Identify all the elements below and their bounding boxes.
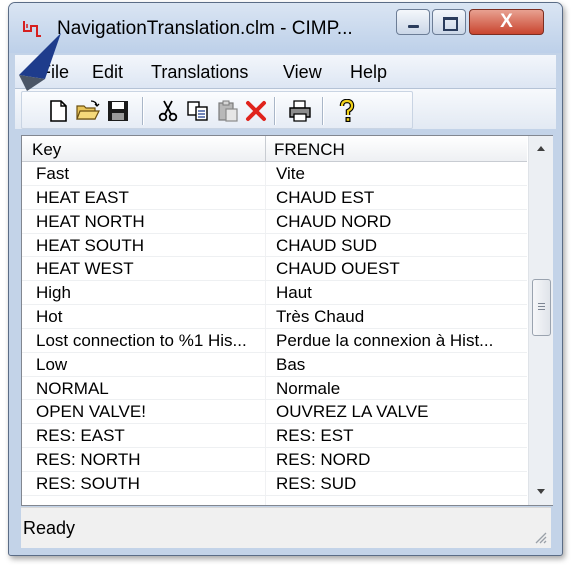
menu-translations[interactable]: Translations [151, 62, 248, 83]
toolbar-separator [142, 97, 143, 125]
cell-french: OUVREZ LA VALVE [276, 402, 429, 422]
new-document-icon[interactable] [46, 99, 70, 123]
window-title: NavigationTranslation.clm - CIMP... [57, 18, 353, 39]
help-icon[interactable] [335, 99, 359, 123]
cell-key: OPEN VALVE! [36, 402, 146, 422]
scroll-up-arrow-icon[interactable] [529, 138, 553, 160]
status-text: Ready [23, 518, 76, 538]
cell-french: Haut [276, 283, 312, 303]
close-button[interactable]: X [469, 9, 544, 35]
status-bar: Ready [21, 507, 551, 548]
table-row[interactable]: RES: SOUTH RES: SUD [22, 472, 527, 496]
table-row[interactable]: Lost connection to %1 His... Perdue la co… [22, 329, 527, 353]
delete-icon[interactable] [244, 99, 268, 123]
vertical-scrollbar[interactable] [528, 136, 553, 505]
cell-french: CHAUD SUD [276, 235, 378, 255]
cell-key: NORMAL [36, 378, 109, 398]
cell-key: HEAT SOUTH [36, 235, 144, 255]
cell-french: RES: EST [276, 426, 354, 446]
cell-french: RES: NORD [276, 450, 371, 470]
save-disk-icon[interactable] [106, 99, 130, 123]
menu-view[interactable]: View [283, 62, 322, 83]
table-row[interactable]: NORMAL Normale [22, 377, 527, 401]
print-icon[interactable] [288, 99, 312, 123]
cell-key: HEAT NORTH [36, 211, 145, 231]
cell-french: Bas [276, 354, 306, 374]
cell-key: Hot [36, 307, 63, 327]
resize-grip-icon[interactable] [533, 530, 547, 544]
table-row[interactable]: HEAT NORTH CHAUD NORD [22, 210, 527, 234]
table-row[interactable]: RES: EAST RES: EST [22, 424, 527, 449]
cell-key: HEAT EAST [36, 187, 129, 207]
table-row[interactable]: Hot Très Chaud [22, 305, 527, 329]
close-icon: X [500, 11, 513, 32]
table-row[interactable]: Fast Vite [22, 162, 527, 186]
cell-french: Très Chaud [276, 307, 365, 327]
cell-key: RES: SOUTH [36, 473, 140, 493]
copy-icon[interactable] [186, 99, 210, 123]
translation-list[interactable]: Key FRENCH Fast Vite HEAT EAST CHAUD EST HEA… [21, 135, 553, 506]
cell-key: Lost connection to %1 His... [36, 330, 247, 350]
toolbar-separator [322, 97, 323, 125]
cell-french: CHAUD OUEST [276, 259, 400, 279]
table-row[interactable]: HEAT SOUTH CHAUD SUD [22, 234, 527, 258]
paste-icon[interactable] [216, 99, 240, 123]
grip-line [538, 309, 545, 310]
list-header: Key FRENCH [22, 136, 527, 162]
column-header-key[interactable]: Key [32, 140, 61, 160]
toolbar-separator [274, 97, 275, 125]
column-divider[interactable] [265, 136, 266, 161]
toolbar [15, 89, 556, 129]
cut-icon[interactable] [156, 99, 180, 123]
cell-french: Normale [276, 378, 341, 398]
cell-key: Fast [36, 164, 70, 183]
minimize-button[interactable] [396, 9, 430, 35]
title-bar[interactable]: NavigationTranslation.clm - CIMP... X [9, 3, 562, 53]
table-row[interactable]: RES: NORTH RES: NORD [22, 448, 527, 472]
table-row[interactable]: Low Bas [22, 353, 527, 377]
toolbar-strip [21, 91, 413, 129]
grip-line [538, 303, 545, 304]
grip-line [538, 306, 545, 307]
cell-key: High [36, 283, 71, 303]
cell-key: RES: EAST [36, 426, 125, 446]
table-rows: Fast Vite HEAT EAST CHAUD EST HEAT NORTH CHAU… [22, 162, 527, 496]
maximize-button[interactable] [432, 9, 466, 35]
scroll-thumb[interactable] [532, 279, 551, 336]
cell-key: HEAT WEST [36, 259, 134, 279]
app-window: NavigationTranslation.clm - CIMP... X Fi… [8, 2, 563, 556]
scroll-down-arrow-icon[interactable] [529, 481, 553, 503]
menu-edit[interactable]: Edit [92, 62, 123, 83]
table-row[interactable]: HEAT WEST CHAUD OUEST [22, 257, 527, 282]
menu-help[interactable]: Help [350, 62, 387, 83]
cell-french: Vite [276, 164, 305, 183]
cell-french: Perdue la connexion à Hist... [276, 330, 494, 350]
table-row[interactable]: HEAT EAST CHAUD EST [22, 186, 527, 210]
menu-bar: File Edit Translations View Help [15, 55, 556, 89]
cell-french: RES: SUD [276, 473, 357, 493]
column-header-french[interactable]: FRENCH [274, 140, 345, 160]
cell-french: CHAUD NORD [276, 211, 392, 231]
cell-french: CHAUD EST [276, 187, 375, 207]
cell-key: RES: NORTH [36, 450, 141, 470]
table-row[interactable]: OPEN VALVE! OUVREZ LA VALVE [22, 400, 527, 425]
open-folder-icon[interactable] [76, 99, 100, 123]
table-row[interactable]: High Haut [22, 281, 527, 306]
pointer-arrow-icon [19, 33, 61, 91]
cell-key: Low [36, 354, 68, 374]
